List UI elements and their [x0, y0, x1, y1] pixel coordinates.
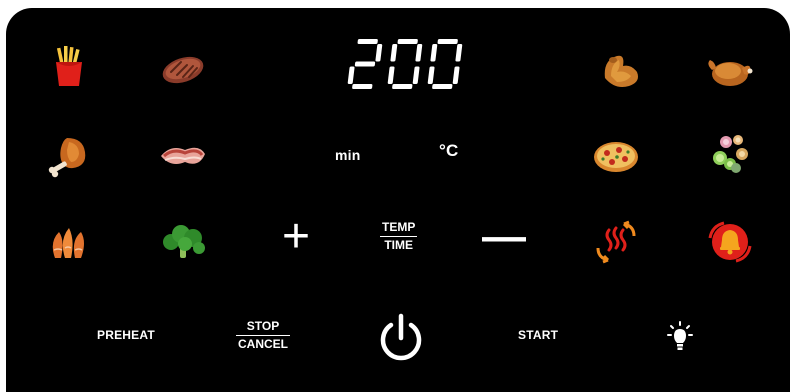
chicken-wings-preset-button[interactable] — [597, 48, 645, 96]
digit-segment — [432, 84, 453, 89]
digit-segment — [390, 44, 398, 62]
temperature-unit-label: °C — [439, 141, 459, 160]
display-digit — [427, 39, 463, 89]
shake-reminder-icon — [708, 221, 752, 263]
pizza-preset-button[interactable] — [592, 132, 640, 180]
drumstick-preset-button[interactable] — [45, 132, 93, 180]
heat-mode-button[interactable] — [592, 218, 640, 266]
digit-segment — [392, 84, 413, 89]
digit-segment — [430, 44, 438, 62]
shrimp-preset-button[interactable] — [45, 218, 93, 266]
fries-icon — [56, 46, 82, 86]
bacon-preset-button[interactable] — [159, 132, 207, 180]
digit-segment — [437, 39, 458, 44]
digit-segment — [412, 66, 420, 84]
digit-segment — [347, 66, 355, 84]
temperature-display: 200 — [347, 36, 463, 92]
vegetables-icon — [713, 135, 748, 173]
temp-label: TEMP — [382, 220, 416, 234]
cancel-label: CANCEL — [236, 335, 290, 351]
power-button[interactable] — [375, 312, 427, 364]
broccoli-preset-button[interactable] — [159, 218, 207, 266]
digit-segment — [397, 39, 418, 44]
time-label: TIME — [380, 236, 418, 254]
roast-chicken-icon — [708, 60, 753, 86]
temp-time-toggle-button[interactable]: TEMP TIME — [380, 219, 418, 254]
digit-segment — [455, 44, 463, 62]
control-panel: 200 — [6, 8, 790, 392]
time-unit-label: min — [335, 147, 361, 163]
digit-segment — [415, 44, 423, 62]
stop-label: STOP — [246, 319, 280, 333]
light-button[interactable] — [662, 320, 698, 356]
roast-chicken-preset-button[interactable] — [706, 48, 754, 96]
stop-cancel-button[interactable]: STOP CANCEL — [236, 318, 290, 353]
preheat-button[interactable]: PREHEAT — [97, 328, 155, 342]
digit-segment — [352, 84, 373, 89]
start-button[interactable]: START — [518, 328, 558, 342]
display-digit — [387, 39, 423, 89]
bacon-icon — [161, 147, 205, 164]
digit-segment — [375, 44, 383, 62]
light-bulb-icon — [667, 321, 693, 350]
chicken-wing-icon — [604, 55, 638, 87]
drumstick-icon — [48, 138, 86, 178]
vegetables-preset-button[interactable] — [706, 128, 754, 176]
digit-segment — [354, 61, 376, 67]
steak-icon — [162, 56, 204, 84]
shake-reminder-button[interactable] — [706, 218, 754, 266]
plus-button[interactable]: + — [282, 209, 310, 265]
fries-preset-button[interactable] — [45, 42, 93, 90]
digit-segment — [357, 39, 378, 44]
heat-waves-icon — [596, 220, 636, 264]
minus-button[interactable]: — — [482, 215, 526, 259]
digit-segment — [427, 66, 435, 84]
digit-segment — [387, 66, 395, 84]
steak-preset-button[interactable] — [159, 48, 207, 96]
display-digit — [347, 39, 383, 89]
broccoli-icon — [163, 225, 205, 258]
pizza-icon — [594, 142, 638, 172]
power-icon — [380, 313, 422, 361]
digit-segment — [452, 66, 460, 84]
shrimp-icon — [52, 228, 84, 258]
